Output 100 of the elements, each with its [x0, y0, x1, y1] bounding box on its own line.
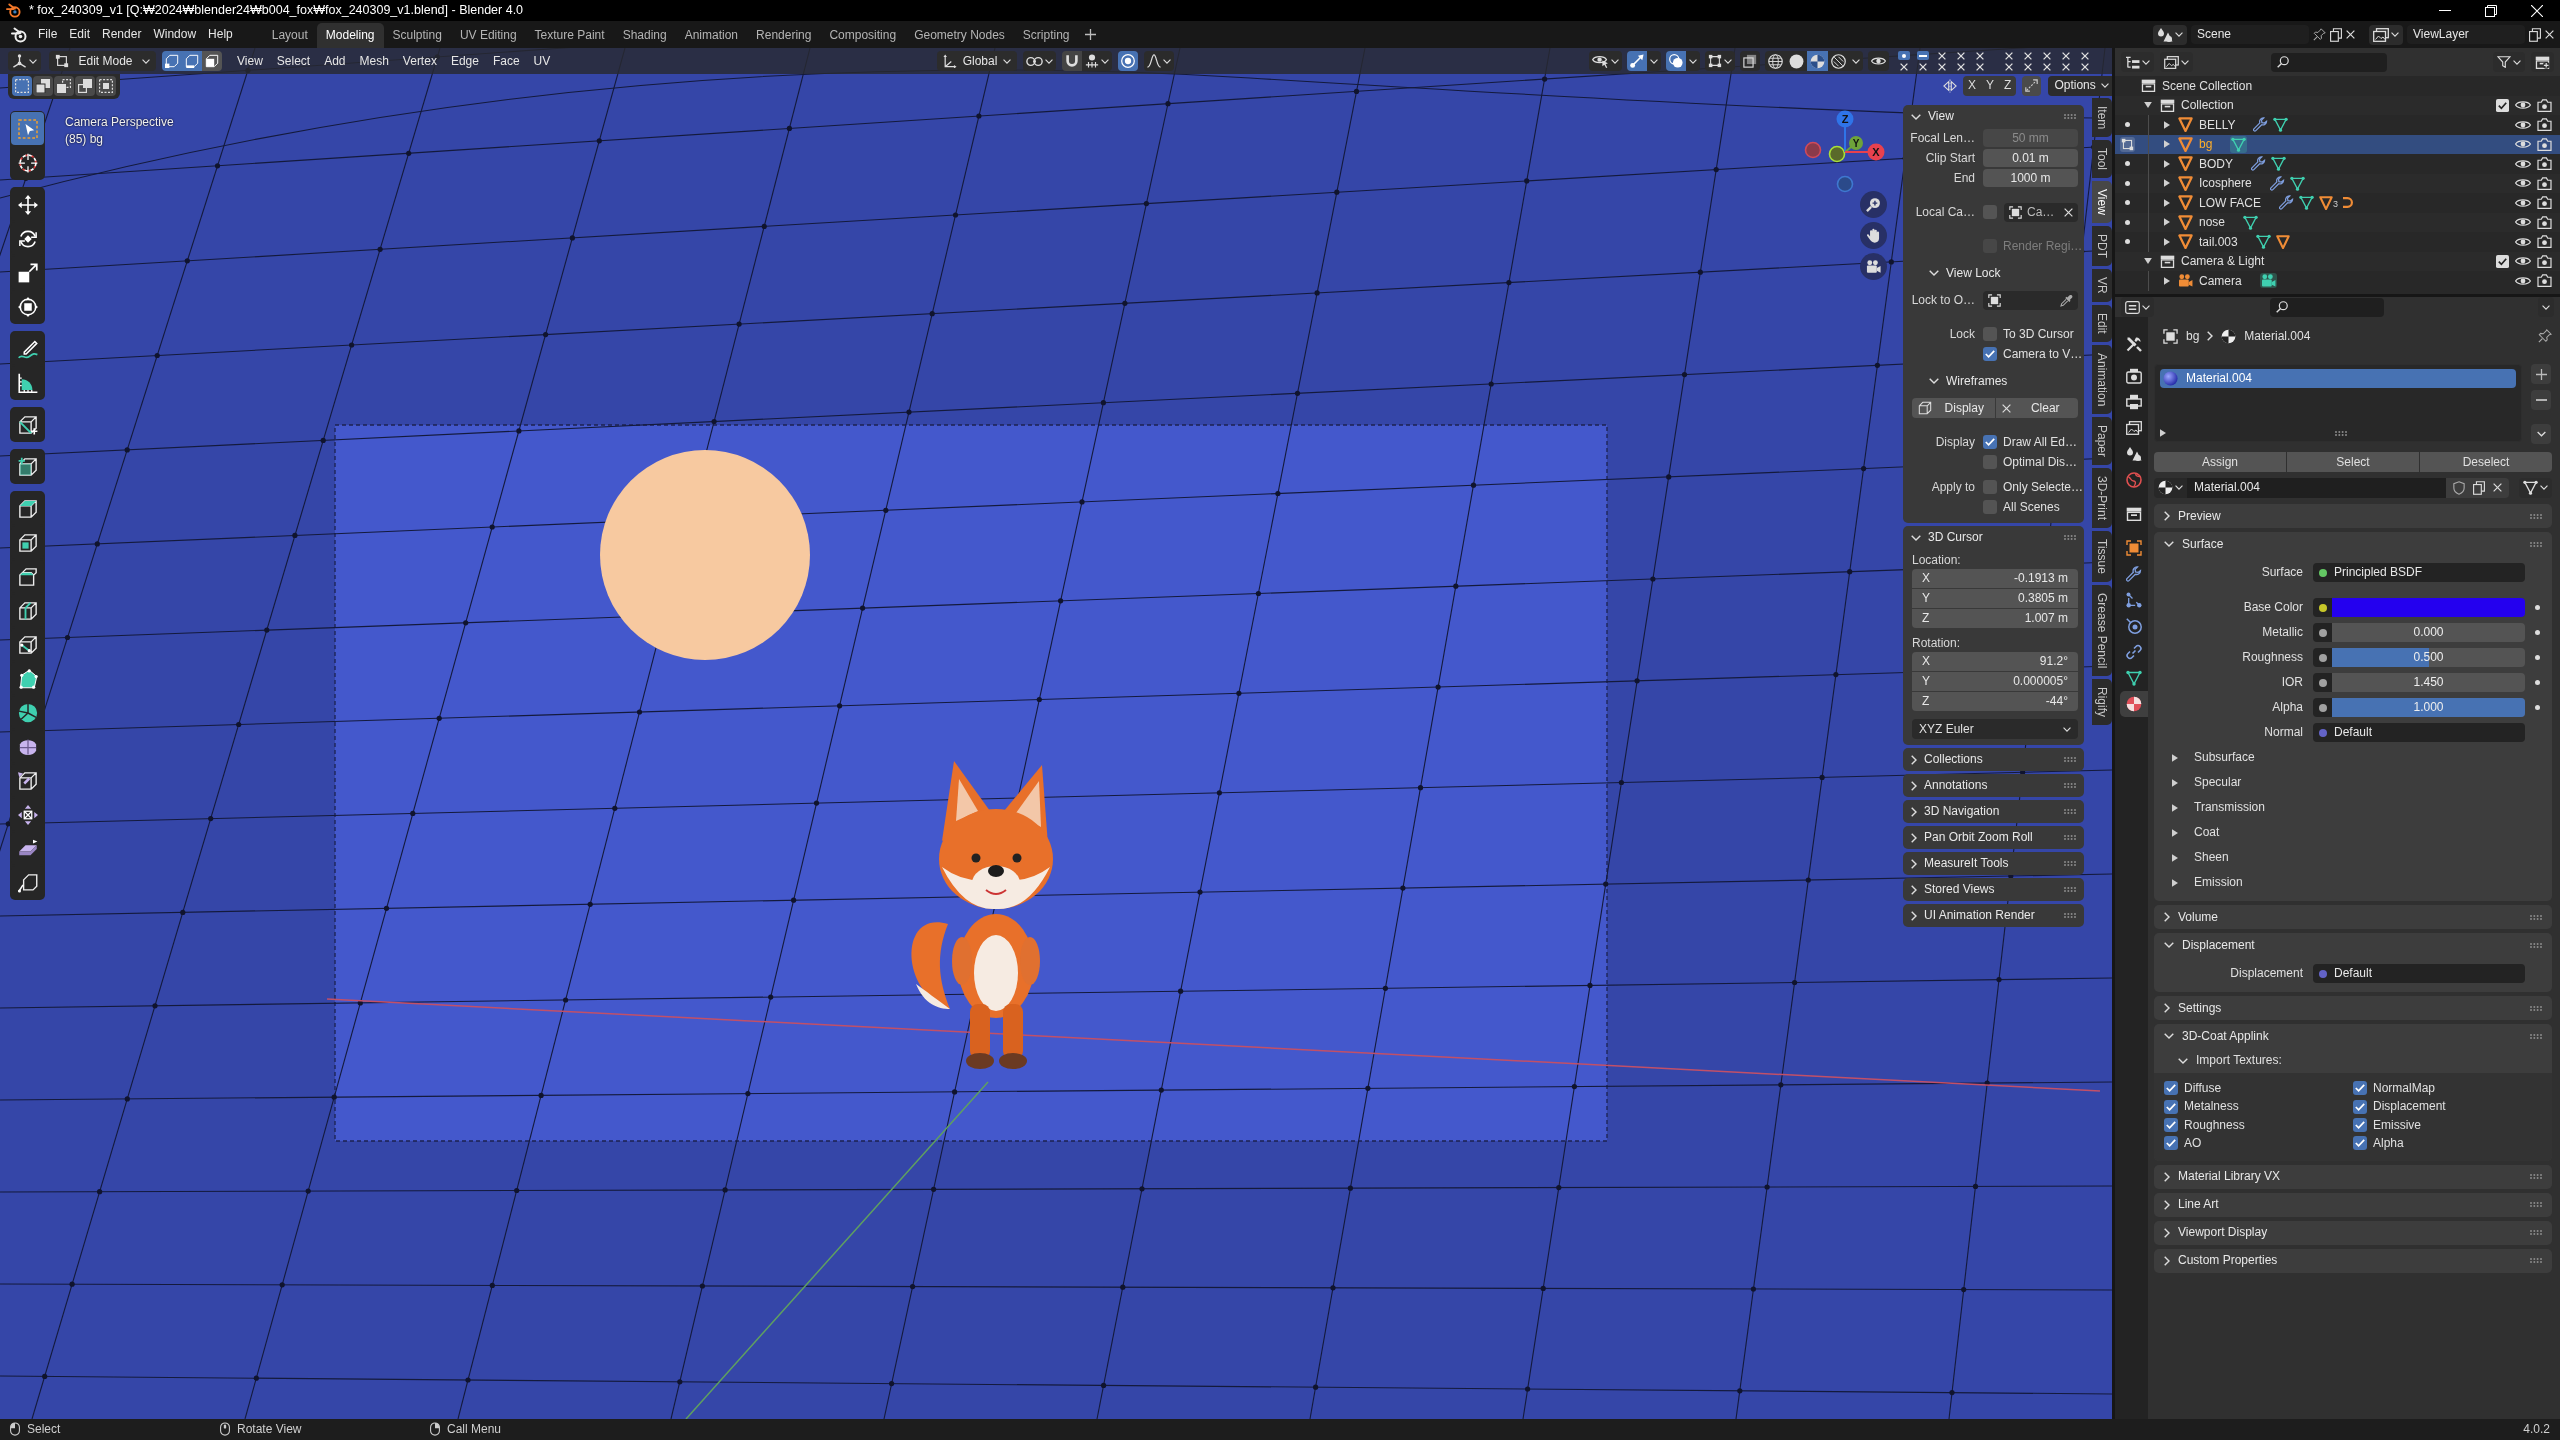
menu-item[interactable]: Mesh	[352, 51, 396, 71]
pivot-button[interactable]	[1023, 51, 1056, 71]
editor-type-button[interactable]	[8, 51, 41, 71]
outliner-row[interactable]: Camera	[2115, 271, 2560, 291]
sidebar-tab[interactable]: Edit	[2092, 304, 2112, 342]
camera-icon[interactable]	[2537, 254, 2552, 268]
number-field[interactable]: 1.450	[2332, 673, 2525, 692]
close-icon[interactable]	[2545, 30, 2554, 39]
checkbox[interactable]	[2353, 1136, 2367, 1151]
panel-header[interactable]: Custom Properties	[2154, 1248, 2552, 1273]
sidebar-tab[interactable]: Tissue	[2092, 530, 2112, 582]
sidebar-tab[interactable]: View	[2092, 181, 2112, 224]
scene-name-field[interactable]: Scene	[2191, 25, 2309, 44]
wrench-icon[interactable]	[2253, 117, 2269, 133]
shading-mode-button[interactable]	[1786, 51, 1807, 71]
outliner-row[interactable]: LOW FACE 3	[2115, 193, 2560, 213]
menu-item[interactable]: UV	[526, 51, 558, 71]
socket-group-header[interactable]: Sheen	[2154, 845, 2229, 870]
mesh-triangle-icon[interactable]	[2271, 156, 2286, 172]
slider-track[interactable]: 0.000	[2332, 623, 2525, 642]
expand-arrow-icon[interactable]	[2160, 429, 2166, 437]
sidebar-tab[interactable]: Animation	[2092, 344, 2112, 414]
new-collection-button[interactable]	[2531, 52, 2554, 72]
socket-group-header[interactable]: Emission	[2154, 870, 2243, 895]
dot-icon[interactable]	[2124, 239, 2130, 245]
slot-action-button[interactable]: Select	[2287, 452, 2419, 472]
collection-slot[interactable]	[2060, 62, 2072, 71]
eye-icon[interactable]	[2515, 119, 2531, 130]
triangle-icon[interactable]	[2275, 234, 2290, 249]
collapse-arrow-icon[interactable]	[2164, 140, 2170, 149]
pin-icon[interactable]	[2538, 329, 2552, 343]
eye-icon[interactable]	[2515, 100, 2531, 111]
collection-slot[interactable]	[1974, 51, 1986, 60]
number-field[interactable]: X 91.2°	[1912, 652, 2078, 671]
sidebar-tab[interactable]: Paper	[2092, 416, 2112, 465]
checkbox[interactable]	[2496, 98, 2509, 112]
snap-toggle[interactable]	[1062, 51, 1082, 71]
slider-track[interactable]: 1.000	[2332, 698, 2525, 717]
edit-mode-toggle[interactable]	[2119, 136, 2135, 152]
collection-slot[interactable]	[1974, 62, 1986, 71]
keyframe-dot-icon[interactable]	[2535, 680, 2540, 685]
select-mode-button[interactable]	[182, 51, 202, 71]
collection-slot[interactable]	[2060, 51, 2072, 60]
eye-icon[interactable]	[2515, 236, 2531, 247]
menu-item[interactable]: Render	[96, 25, 148, 44]
workspace-tab[interactable]: Geometry Nodes	[905, 22, 1014, 48]
camera-icon[interactable]	[2537, 118, 2552, 132]
collection-slot[interactable]	[2003, 62, 2015, 71]
menu-item[interactable]: Help	[202, 25, 239, 44]
material-name-field[interactable]: Material.004	[2187, 477, 2446, 498]
browse-button[interactable]	[2369, 24, 2403, 45]
checkbox[interactable]	[2164, 1117, 2178, 1132]
outliner-row[interactable]: bg	[2115, 134, 2560, 154]
view-layer-field[interactable]: ViewLayer	[2407, 25, 2525, 44]
sidebar-tab[interactable]: 3D-Print	[2092, 467, 2112, 528]
link-mesh-button[interactable]	[2519, 477, 2552, 498]
wrench-icon[interactable]	[2269, 175, 2285, 191]
workspace-tab[interactable]: Sculpting	[383, 22, 451, 48]
collection-slot[interactable]	[2079, 51, 2091, 60]
close-icon[interactable]	[2346, 30, 2355, 39]
collection-slot[interactable]	[1898, 62, 1910, 71]
collapse-arrow-icon[interactable]	[2164, 198, 2170, 207]
collapse-arrow-icon[interactable]	[2164, 179, 2170, 188]
collection-visibility-button[interactable]	[1868, 51, 1889, 71]
checkbox[interactable]	[1983, 327, 1997, 341]
number-field[interactable]: Y 0.3805 m	[1912, 589, 2078, 608]
proportional-editing-toggle[interactable]	[1118, 51, 1138, 71]
checkbox[interactable]	[1983, 347, 1997, 361]
mirror-axis-toggle[interactable]: X	[1963, 75, 1981, 96]
panel-header[interactable]: Material Library VX	[2154, 1164, 2552, 1189]
remove-slot-button[interactable]	[2531, 390, 2551, 410]
camera-icon[interactable]	[2537, 196, 2552, 210]
pin-icon[interactable]	[2313, 28, 2326, 41]
browse-material-button[interactable]	[2154, 477, 2187, 498]
collection-slot[interactable]	[1898, 51, 1910, 60]
options-dropdown[interactable]	[2538, 297, 2554, 317]
dot-icon[interactable]	[2124, 161, 2130, 167]
slot-action-button[interactable]: Assign	[2154, 452, 2286, 472]
shader-socket-field[interactable]: Default	[2313, 964, 2525, 983]
eye-icon[interactable]	[2515, 256, 2531, 267]
camera-icon[interactable]	[2537, 274, 2552, 288]
dot-icon[interactable]	[2124, 200, 2130, 206]
object-field[interactable]: Ca…	[2004, 202, 2078, 222]
shield-icon[interactable]	[2453, 480, 2465, 495]
collection-slot[interactable]	[2079, 62, 2091, 71]
camera-icon[interactable]	[2537, 235, 2552, 249]
workspace-tab[interactable]: Animation	[675, 22, 748, 48]
workspace-tab[interactable]: Rendering	[747, 22, 821, 48]
panel-header[interactable]: Viewport Display	[2154, 1220, 2552, 1245]
sidebar-tab[interactable]: Item	[2092, 98, 2112, 138]
workspace-tab[interactable]: UV Editing	[450, 22, 526, 48]
menu-item[interactable]: File	[32, 25, 64, 44]
mesh-triangle-icon[interactable]	[2289, 175, 2305, 191]
collapse-arrow-icon[interactable]	[2164, 120, 2170, 129]
mirror-axis-toggle[interactable]: Z	[1999, 75, 2017, 96]
expand-arrow-icon[interactable]	[2144, 258, 2152, 265]
select-mode-button[interactable]	[202, 51, 222, 71]
collection-slot[interactable]	[1936, 51, 1948, 60]
mesh-triangle-icon[interactable]	[2243, 214, 2259, 230]
eye-icon[interactable]	[2515, 217, 2531, 228]
